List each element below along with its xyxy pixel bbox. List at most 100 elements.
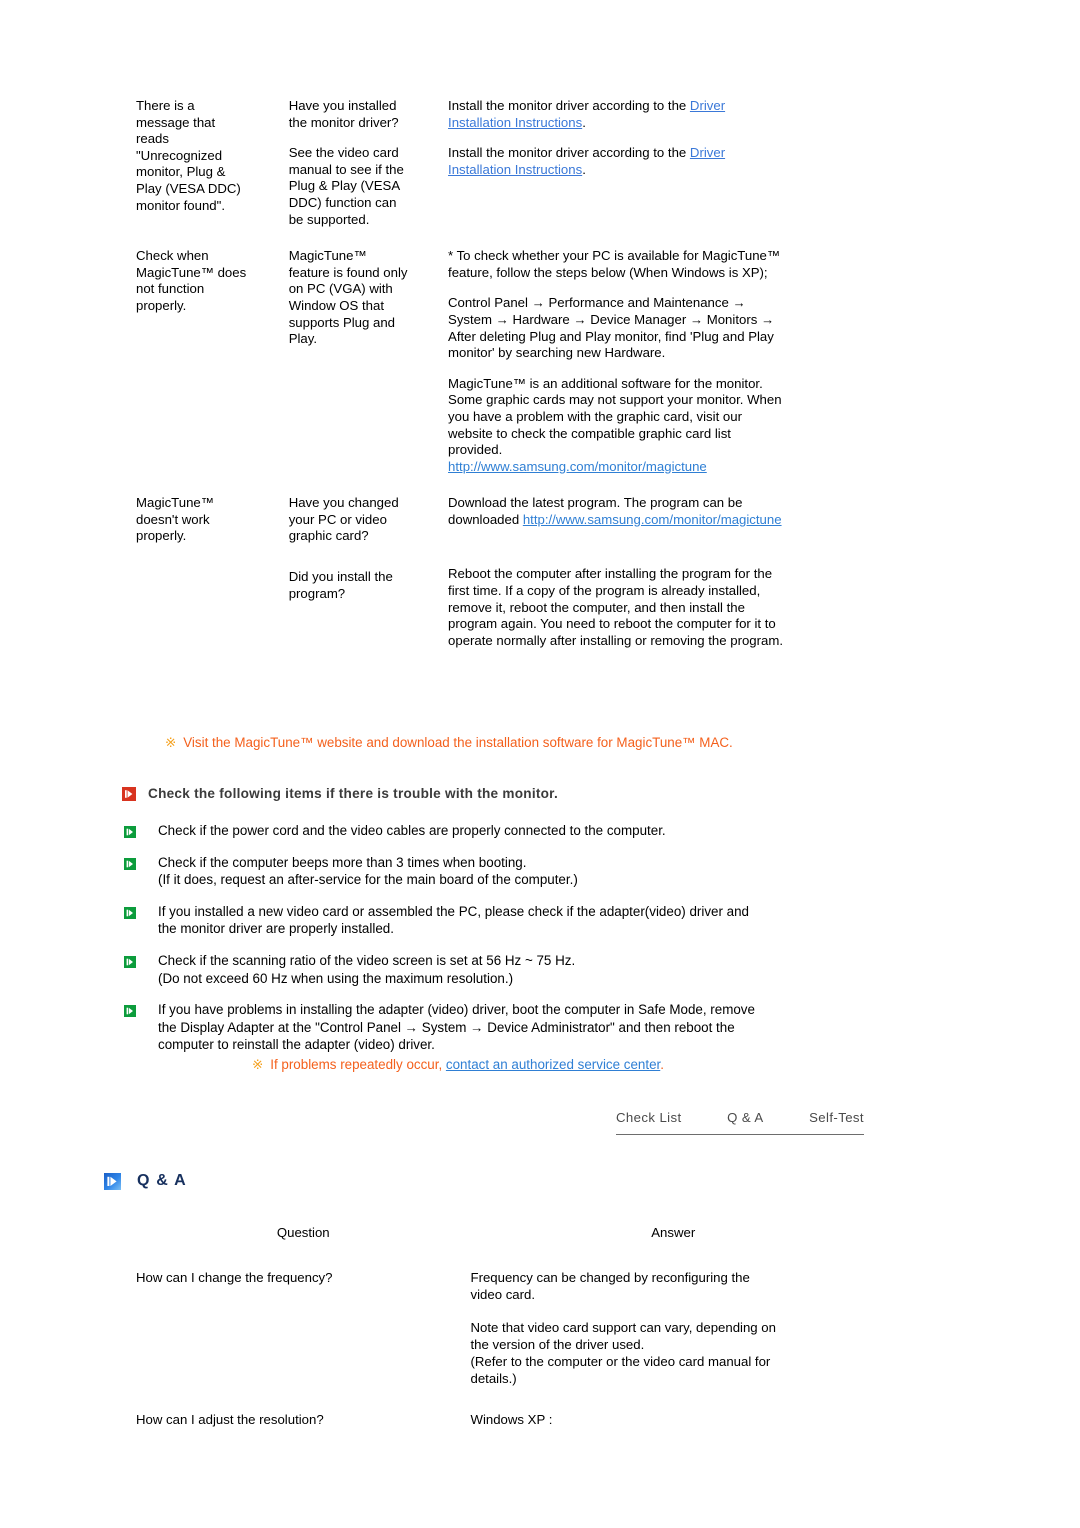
driver-install-link[interactable]: Driver	[690, 145, 725, 160]
solution-line: Some graphic cards may not support your …	[448, 392, 782, 408]
solution-block: Install the monitor driver according to …	[448, 145, 836, 178]
symptom-line: properly.	[136, 528, 187, 544]
symptom-line: There is a	[136, 98, 195, 113]
qa-answer-cell: Frequency can be changed by reconfigurin…	[471, 1269, 876, 1411]
play-square-green-icon	[124, 1004, 136, 1018]
check-line: Have you changed	[288, 495, 399, 511]
tab-self-test[interactable]: Self-Test	[809, 1110, 864, 1125]
symptom-line: properly.	[136, 297, 187, 313]
solution-text: downloaded	[448, 511, 523, 527]
answer-line: Note that video card support can vary, d…	[470, 1320, 776, 1335]
list-item: Check if the scanning ratio of the video…	[124, 952, 884, 987]
solution-line: provided.	[448, 442, 503, 458]
list-item-line: (Do not exceed 60 Hz when using the maxi…	[158, 970, 514, 986]
list-item-line: If you have problems in installing the a…	[158, 1002, 755, 1018]
play-square-green-icon	[124, 906, 136, 919]
solution-line: MagicTune™ is an additional software for…	[448, 375, 763, 391]
solution-line: * To check whether your PC is available …	[448, 248, 781, 264]
check-block: Have you installed the monitor driver?	[289, 98, 438, 131]
answer-block: Note that video card support can vary, d…	[471, 1319, 876, 1387]
list-item-text: Check if the scanning ratio of the video…	[158, 952, 884, 987]
solution-block: * To check whether your PC is available …	[448, 248, 836, 281]
qa-table-header: Question Answer	[136, 1224, 876, 1269]
solution-line: website to check the compatible graphic …	[448, 425, 731, 441]
qa-heading-label: Q & A	[137, 1172, 187, 1189]
qa-column-header-question: Question	[276, 1225, 330, 1240]
symptom-line: Play (VESA DDC)	[136, 180, 241, 196]
check-line: Have you installed	[288, 98, 397, 113]
symptom-line: MagicTune™	[136, 495, 214, 511]
solution-line: program again. You need to reboot the co…	[448, 616, 776, 632]
solution-line: operate normally after installing or rem…	[448, 632, 784, 648]
list-item-line: Check if the computer beeps more than 3 …	[158, 854, 527, 870]
solution-line: feature, follow the steps below (When Wi…	[448, 264, 768, 280]
tab-q-and-a[interactable]: Q & A	[727, 1110, 763, 1125]
check-line: supports Plug and	[288, 314, 396, 330]
symptom-cell: Check when MagicTune™ does not function …	[136, 248, 289, 495]
solution-cell: * To check whether your PC is available …	[448, 248, 846, 495]
list-item-line: (If it does, request an after-service fo…	[158, 872, 578, 888]
check-line: DDC) function can	[288, 194, 397, 210]
check-line: the monitor driver?	[288, 114, 399, 130]
check-line: your PC or video	[288, 511, 387, 527]
qa-question-cell: How can I adjust the resolution?	[136, 1412, 324, 1427]
magictune-website-link[interactable]: http://www.samsung.com/monitor/magictune	[448, 459, 707, 474]
check-line: Plug & Play (VESA	[288, 178, 401, 194]
check-line: feature is found only	[288, 264, 408, 280]
list-item: Check if the computer beeps more than 3 …	[124, 854, 884, 889]
solution-block: Download the latest program. The program…	[448, 495, 836, 528]
symptom-line: not function	[136, 281, 205, 297]
list-item: Check if the power cord and the video ca…	[124, 822, 884, 840]
check-block: See the video card manual to see if the …	[289, 145, 438, 228]
reference-mark-icon: ※	[165, 735, 177, 750]
solution-line: remove it, reboot the computer, and then…	[448, 599, 745, 615]
list-item-line: computer to reinstall the adapter (video…	[158, 1037, 435, 1053]
notice-text: Visit the MagicTune™ website and downloa…	[183, 735, 733, 750]
notice-magictune-mac: ※ Visit the MagicTune™ website and downlo…	[165, 734, 733, 752]
table-row: How can I change the frequency? Frequenc…	[136, 1269, 876, 1411]
magictune-download-link[interactable]: http://www.samsung.com/monitor/magictune	[523, 512, 782, 527]
solution-line: Control Panel → Performance and Maintena…	[448, 295, 746, 311]
play-square-red-icon	[122, 786, 136, 801]
driver-install-link[interactable]: Driver	[690, 98, 725, 113]
answer-line: Frequency can be changed by reconfigurin…	[470, 1270, 750, 1285]
symptom-line: reads	[136, 131, 169, 147]
symptom-line: monitor found".	[136, 197, 225, 213]
list-item-text: If you installed a new video card or ass…	[158, 903, 884, 938]
list-item: If you have problems in installing the a…	[124, 1001, 884, 1054]
symptom-line: message that	[136, 114, 216, 130]
table-row: How can I adjust the resolution? Windows…	[136, 1411, 876, 1452]
solution-text: Install the monitor driver according to …	[448, 98, 690, 113]
symptom-cell: MagicTune™ doesn't work properly.	[136, 495, 289, 669]
play-square-green-icon	[124, 955, 136, 968]
service-center-link[interactable]: contact an authorized service center	[446, 1057, 660, 1072]
check-cell: MagicTune™ feature is found only on PC (…	[289, 248, 448, 495]
solution-cell: Download the latest program. The program…	[448, 495, 846, 669]
check-line: program?	[288, 585, 346, 601]
solution-text: .	[582, 114, 586, 130]
qa-table: Question Answer How can I change the fre…	[136, 1224, 876, 1452]
play-square-green-icon	[124, 825, 136, 838]
answer-line: the version of the driver used.	[470, 1337, 645, 1352]
list-item-line: Check if the power cord and the video ca…	[158, 823, 666, 838]
answer-line: details.)	[470, 1371, 517, 1386]
list-item-text: If you have problems in installing the a…	[158, 1001, 884, 1054]
answer-block: Windows XP :	[471, 1411, 876, 1428]
solution-line: Reboot the computer after installing the…	[448, 566, 773, 582]
driver-install-link[interactable]: Installation Instructions	[448, 115, 582, 130]
solution-line: first time. If a copy of the program is …	[448, 583, 761, 599]
list-item-line: Check if the scanning ratio of the video…	[158, 952, 576, 968]
tab-check-list[interactable]: Check List	[616, 1110, 682, 1125]
answer-block: Frequency can be changed by reconfigurin…	[471, 1269, 876, 1303]
table-row: MagicTune™ doesn't work properly. Have y…	[136, 495, 846, 669]
table-row: Check when MagicTune™ does not function …	[136, 248, 846, 495]
driver-install-link[interactable]: Installation Instructions	[448, 162, 582, 177]
list-item-line: If you installed a new video card or ass…	[158, 903, 749, 919]
check-line: Window OS that	[288, 297, 384, 313]
solution-block: MagicTune™ is an additional software for…	[448, 376, 836, 476]
checklist-items: Check if the power cord and the video ca…	[124, 822, 884, 1054]
check-line: manual to see if the	[288, 161, 404, 177]
list-item: If you installed a new video card or ass…	[124, 903, 884, 938]
check-block: Did you install the program?	[289, 569, 438, 602]
check-cell: Have you installed the monitor driver? S…	[289, 98, 448, 248]
